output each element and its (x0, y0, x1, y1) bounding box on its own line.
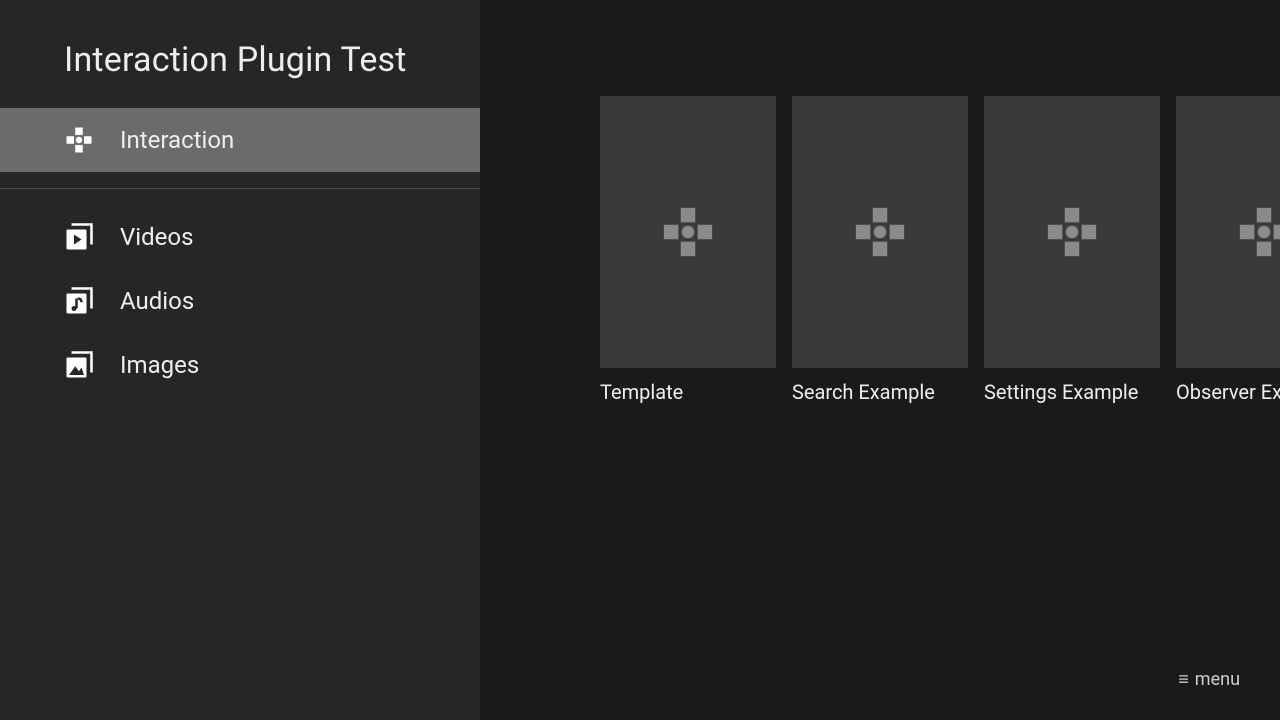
card-thumb (1176, 96, 1280, 368)
sidebar-divider (0, 188, 480, 189)
sidebar-item-interaction[interactable]: Interaction (0, 108, 480, 172)
image-collection-icon (64, 350, 94, 380)
card-label: Observer Example (1176, 380, 1280, 404)
dpad-icon (1043, 203, 1101, 261)
card-label: Template (600, 380, 776, 404)
sidebar-item-label: Videos (120, 223, 193, 251)
card-search-example[interactable]: Search Example (792, 96, 968, 404)
cards-row: Template Search Example (600, 96, 1280, 404)
sidebar-item-label: Images (120, 351, 199, 379)
sidebar-item-label: Interaction (120, 126, 234, 154)
menu-button[interactable]: ≡ menu (1178, 669, 1240, 690)
card-thumb (600, 96, 776, 368)
sidebar-item-images[interactable]: Images (0, 333, 480, 397)
dpad-icon (64, 125, 94, 155)
card-label: Search Example (792, 380, 968, 404)
sidebar: Interaction Plugin Test Interaction Vide… (0, 0, 480, 720)
sidebar-title: Interaction Plugin Test (0, 0, 480, 108)
sidebar-item-videos[interactable]: Videos (0, 205, 480, 269)
sidebar-item-audios[interactable]: Audios (0, 269, 480, 333)
card-label: Settings Example (984, 380, 1160, 404)
video-collection-icon (64, 222, 94, 252)
card-thumb (984, 96, 1160, 368)
card-settings-example[interactable]: Settings Example (984, 96, 1160, 404)
dpad-icon (659, 203, 717, 261)
dpad-icon (851, 203, 909, 261)
card-thumb (792, 96, 968, 368)
dpad-icon (1235, 203, 1280, 261)
hamburger-icon: ≡ (1178, 669, 1187, 690)
audio-collection-icon (64, 286, 94, 316)
card-template[interactable]: Template (600, 96, 776, 404)
card-observer-example[interactable]: Observer Example (1176, 96, 1280, 404)
content-area: Template Search Example (480, 0, 1280, 720)
menu-label: menu (1195, 669, 1240, 690)
sidebar-item-label: Audios (120, 287, 194, 315)
